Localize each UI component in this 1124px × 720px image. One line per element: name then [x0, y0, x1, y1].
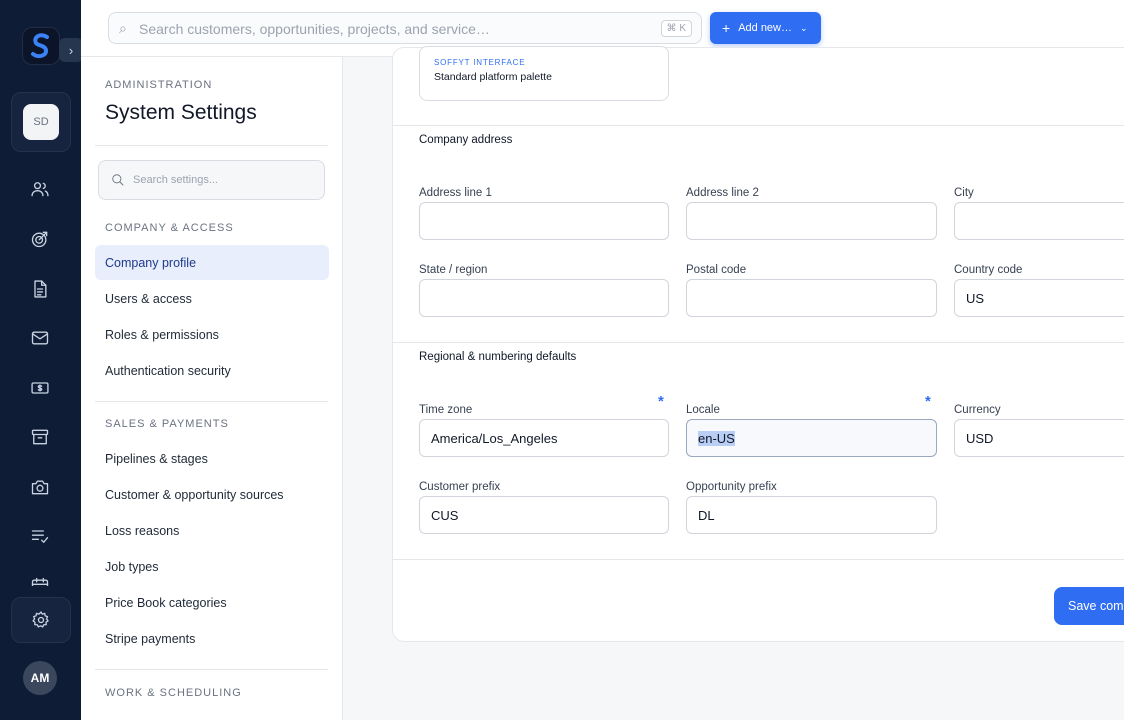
sidebar-eyebrow: ADMINISTRATION — [105, 79, 213, 91]
settings-search-input[interactable]: Search settings... — [98, 160, 325, 200]
expand-rail-button[interactable]: › — [59, 38, 83, 62]
add-new-label: Add new… — [738, 22, 792, 34]
save-company-profile-button[interactable]: Save company profile — [1054, 587, 1124, 625]
address-line-2-input[interactable] — [686, 202, 937, 240]
gear-icon — [32, 611, 49, 628]
document-icon[interactable] — [29, 278, 51, 300]
page-title: System Settings — [105, 101, 257, 124]
label-time-zone: Time zone — [419, 404, 473, 416]
search-icon: ⌕ — [119, 20, 127, 36]
address-line-1-input[interactable] — [419, 202, 669, 240]
company-profile-card: SOFFYT INTERFACE Standard platform palet… — [392, 46, 1124, 642]
camera-icon[interactable] — [29, 476, 51, 498]
settings-sidebar: ADMINISTRATION System Settings Search se… — [81, 57, 343, 720]
required-marker: * — [658, 393, 664, 410]
sidebar-item-job-types[interactable]: Job types — [95, 549, 329, 584]
time-zone-input[interactable] — [419, 419, 669, 457]
logo-icon — [31, 33, 49, 59]
chevron-down-icon: ⌄ — [800, 22, 808, 33]
country-code-input[interactable] — [954, 279, 1124, 317]
archive-icon[interactable] — [29, 426, 51, 448]
sidebar-item-price-book-categories[interactable]: Price Book categories — [95, 585, 329, 620]
workspace-avatar: SD — [23, 104, 59, 140]
label-address-line-1: Address line 1 — [419, 187, 492, 199]
divider — [95, 401, 328, 402]
divider — [393, 559, 1124, 560]
label-address-line-2: Address line 2 — [686, 187, 759, 199]
label-state-region: State / region — [419, 264, 488, 276]
settings-nav-button[interactable] — [11, 597, 71, 643]
sidebar-item-stripe-payments[interactable]: Stripe payments — [95, 621, 329, 656]
target-icon[interactable] — [29, 228, 51, 250]
state-region-input[interactable] — [419, 279, 669, 317]
divider — [393, 342, 1124, 343]
app-logo[interactable] — [23, 28, 59, 64]
divider — [95, 669, 328, 670]
plus-icon: + — [722, 20, 731, 36]
money-icon[interactable] — [29, 377, 51, 399]
mail-icon[interactable] — [29, 327, 51, 349]
city-input[interactable] — [954, 202, 1124, 240]
section-title-address: Company address — [419, 134, 513, 146]
label-customer-prefix: Customer prefix — [419, 481, 501, 493]
group-company-access: COMPANY & ACCESS — [105, 222, 234, 234]
calendar-icon[interactable] — [29, 574, 51, 586]
customer-prefix-input[interactable] — [419, 496, 669, 534]
label-currency: Currency — [954, 404, 1001, 416]
locale-input[interactable]: en-US — [686, 419, 937, 457]
palette-kicker: SOFFYT INTERFACE — [434, 58, 526, 67]
divider — [95, 145, 328, 146]
sidebar-item-authentication-security[interactable]: Authentication security — [95, 353, 329, 388]
locale-value: en-US — [698, 430, 735, 446]
palette-option[interactable]: SOFFYT INTERFACE Standard platform palet… — [419, 46, 669, 101]
section-title-regional: Regional & numbering defaults — [419, 351, 577, 363]
shortcut-hint: ⌘ K — [660, 20, 692, 37]
label-opportunity-prefix: Opportunity prefix — [686, 481, 777, 493]
sidebar-item-company-profile[interactable]: Company profile — [95, 245, 329, 280]
search-icon — [112, 174, 124, 186]
required-marker: * — [925, 393, 931, 410]
chevron-right-icon: › — [68, 42, 74, 58]
group-sales-payments: SALES & PAYMENTS — [105, 418, 229, 430]
sidebar-item-roles-permissions[interactable]: Roles & permissions — [95, 317, 329, 352]
app-rail: › SD AM — [0, 0, 83, 720]
global-search-placeholder: Search customers, opportunities, project… — [139, 21, 490, 37]
settings-search-placeholder: Search settings... — [133, 174, 218, 186]
add-new-button[interactable]: + Add new… ⌄ — [710, 12, 821, 44]
main-content: SOFFYT INTERFACE Standard platform palet… — [343, 46, 1124, 720]
opportunity-prefix-input[interactable] — [686, 496, 937, 534]
currency-input[interactable] — [954, 419, 1124, 457]
label-city: City — [954, 187, 974, 199]
label-locale: Locale — [686, 404, 720, 416]
sidebar-item-users-access[interactable]: Users & access — [95, 281, 329, 316]
workspace-switcher[interactable]: SD — [11, 92, 71, 152]
sidebar-item-sources[interactable]: Customer & opportunity sources — [95, 477, 329, 512]
sidebar-item-pipelines-stages[interactable]: Pipelines & stages — [95, 441, 329, 476]
label-country-code: Country code — [954, 264, 1023, 276]
sidebar-item-loss-reasons[interactable]: Loss reasons — [95, 513, 329, 548]
global-search[interactable]: ⌕ Search customers, opportunities, proje… — [108, 12, 702, 44]
postal-code-input[interactable] — [686, 279, 937, 317]
palette-value: Standard platform palette — [434, 71, 552, 83]
checklist-icon[interactable] — [29, 525, 51, 547]
user-avatar[interactable]: AM — [23, 661, 57, 695]
label-postal-code: Postal code — [686, 264, 747, 276]
group-work-scheduling: WORK & SCHEDULING — [105, 687, 242, 699]
divider — [393, 125, 1124, 126]
users-icon[interactable] — [29, 178, 51, 200]
